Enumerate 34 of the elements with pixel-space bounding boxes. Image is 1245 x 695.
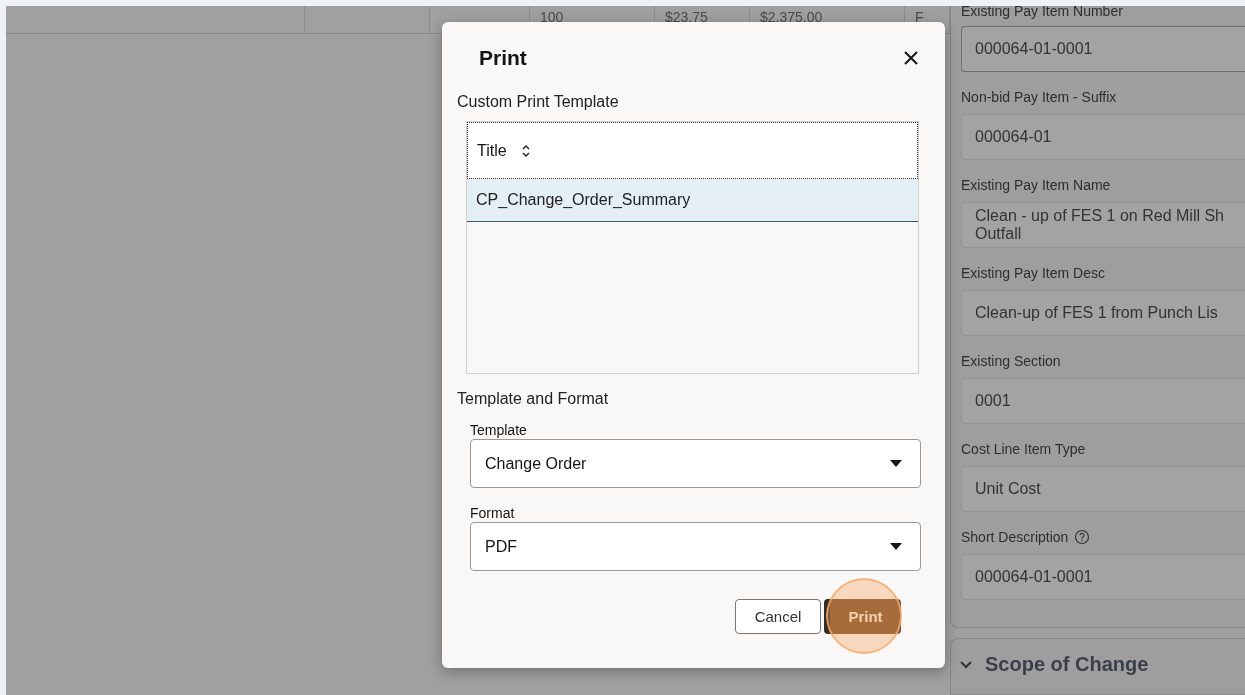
- select-label: Template: [470, 422, 528, 438]
- table-cell-text: F: [915, 9, 924, 25]
- table-cell-text: 100: [540, 9, 564, 25]
- dropdown-field[interactable]: PDF: [470, 522, 921, 571]
- table-row[interactable]: CP_Change_Order_Summary: [467, 179, 918, 222]
- dropdown-arrow-icon: [890, 543, 902, 550]
- section-header[interactable]: Scope of Change: [959, 653, 1149, 676]
- read-only-field[interactable]: 0001: [961, 378, 1245, 424]
- table-cell-text: $23.75: [665, 9, 708, 25]
- read-only-field[interactable]: Unit Cost: [961, 466, 1245, 512]
- table-cell-text: $2,375.00: [760, 9, 823, 25]
- cancel-button[interactable]: Cancel: [735, 599, 821, 634]
- field-label: Existing Pay Item Desc: [961, 265, 1105, 281]
- field-label: Non-bid Pay Item - Suffix: [961, 89, 1117, 105]
- dropdown-arrow-icon: [890, 460, 902, 467]
- field-label: Cost Line Item Type: [961, 441, 1086, 457]
- read-only-field[interactable]: 000064-01-0001: [961, 26, 1245, 72]
- sort-icon: [520, 143, 531, 158]
- close-icon[interactable]: [903, 50, 919, 66]
- read-only-field[interactable]: 000064-01-0001: [961, 554, 1245, 600]
- field-label: Existing Section: [961, 353, 1061, 369]
- dialog-title: Print: [479, 46, 527, 70]
- column-header[interactable]: Title: [467, 122, 918, 179]
- dropdown-field[interactable]: Change Order: [470, 439, 921, 488]
- help-icon[interactable]: [1074, 529, 1091, 545]
- select-label: Format: [470, 505, 516, 521]
- section-title: Template and Format: [457, 390, 610, 408]
- field-label: Existing Pay Item Number: [961, 6, 1123, 19]
- read-only-field[interactable]: 000064-01: [961, 114, 1245, 160]
- read-only-field[interactable]: Clean-up of FES 1 from Punch Lis: [961, 290, 1245, 336]
- field-label: Short Description: [961, 529, 1069, 545]
- field-label: Existing Pay Item Name: [961, 177, 1111, 193]
- section-title: Custom Print Template: [457, 93, 620, 111]
- read-only-field[interactable]: Clean - up of FES 1 on Red Mill Sh Outfall: [961, 202, 1245, 248]
